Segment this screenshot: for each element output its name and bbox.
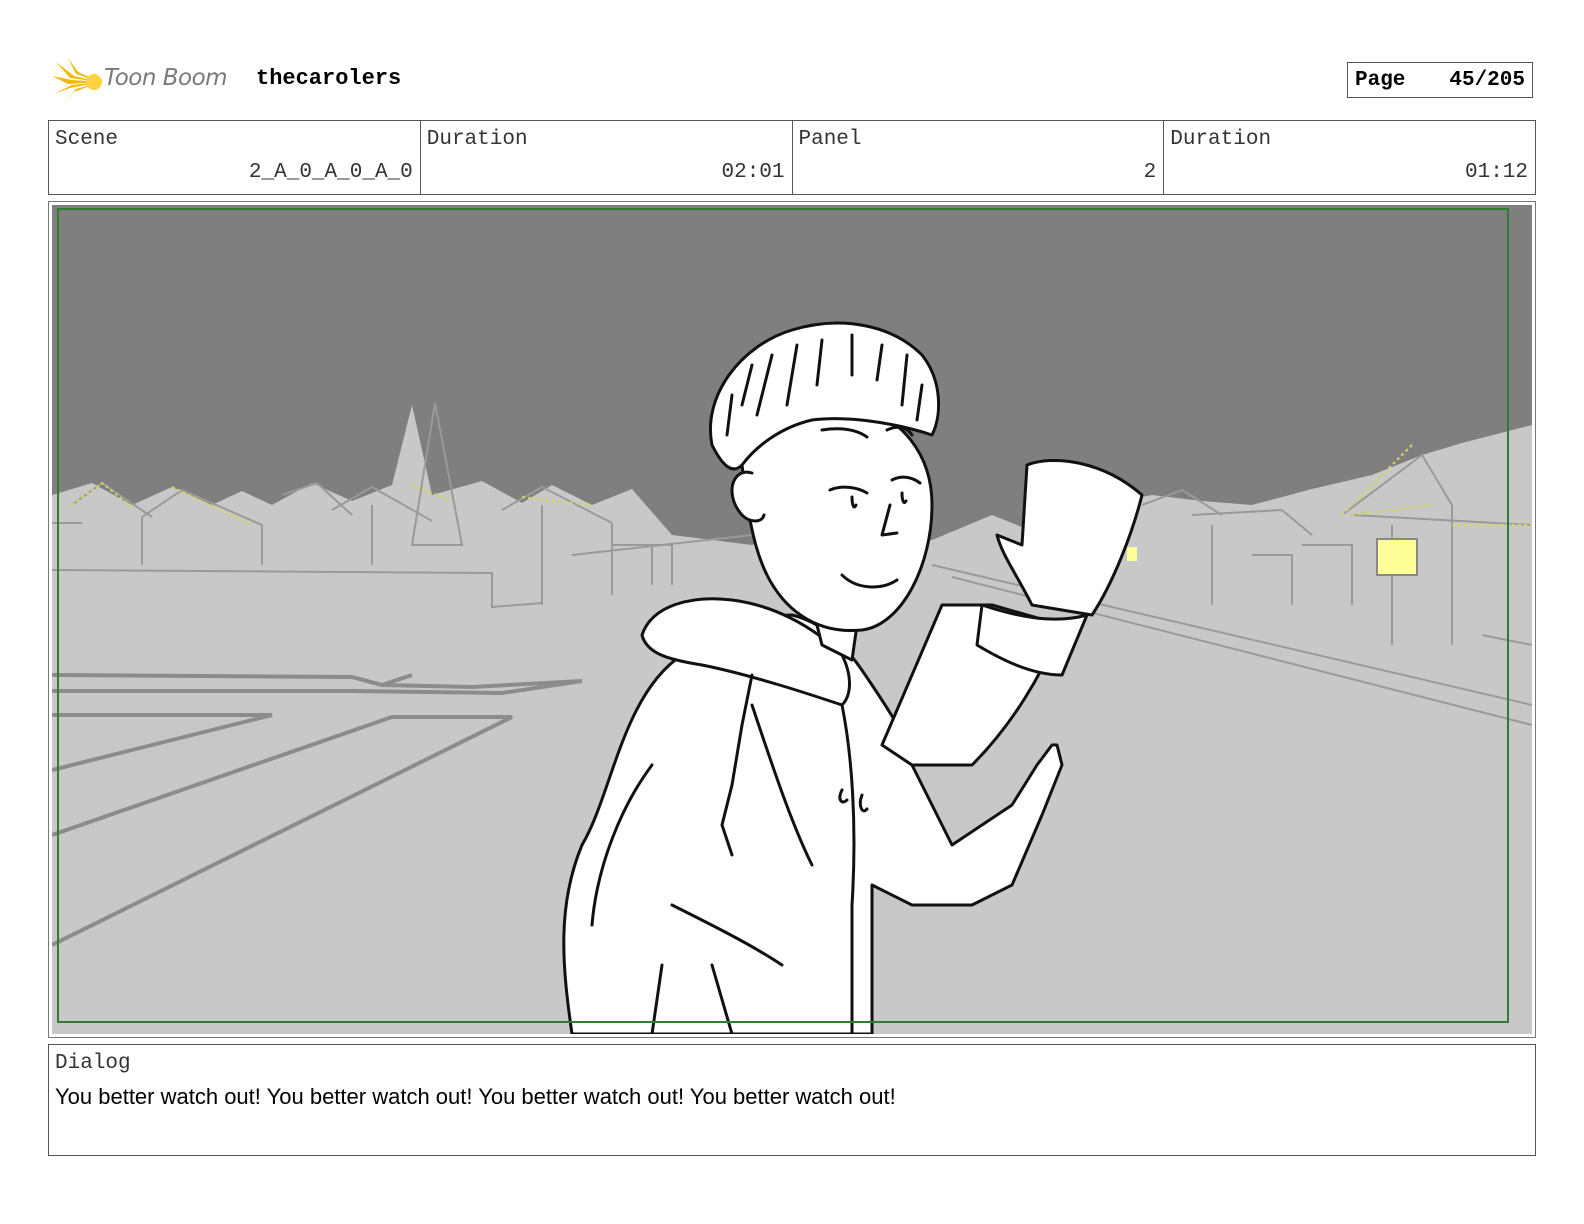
scene-duration-cell: Duration 02:01 (421, 121, 793, 194)
scene-label: Scene (55, 128, 119, 151)
scene-duration-value: 02:01 (721, 161, 785, 184)
toon-boom-logo: Toon Boom (52, 56, 242, 108)
panel-label: Panel (798, 128, 862, 151)
panel-duration-label: Duration (1170, 128, 1272, 151)
brand-name: Toon Boom (104, 65, 228, 91)
scene-duration-label: Duration (426, 128, 528, 151)
lit-window (1376, 538, 1418, 576)
starburst-icon (52, 58, 102, 106)
scene-info-table: Scene 2_A_0_A_0_A_0 Duration 02:01 Panel… (48, 120, 1536, 195)
page-label: Page (1355, 68, 1406, 92)
dialog-label: Dialog (55, 1052, 131, 1075)
project-title: thecarolers (256, 66, 402, 91)
dialog-box: Dialog You better watch out! You better … (48, 1044, 1536, 1156)
panel-cell: Panel 2 (793, 121, 1165, 194)
scene-value: 2_A_0_A_0_A_0 (248, 161, 413, 184)
panel-duration-cell: Duration 01:12 (1164, 121, 1535, 194)
page-indicator: Page 45/205 (1347, 62, 1533, 98)
panel-drawing (52, 205, 1532, 1034)
dialog-text: You better watch out! You better watch o… (55, 1084, 896, 1109)
panel-value: 2 (1143, 161, 1157, 184)
storyboard-panel (48, 201, 1536, 1038)
panel-duration-value: 01:12 (1464, 161, 1528, 184)
lit-window-small (1127, 547, 1137, 561)
scene-cell: Scene 2_A_0_A_0_A_0 (49, 121, 421, 194)
page-number: 45/205 (1449, 68, 1525, 92)
